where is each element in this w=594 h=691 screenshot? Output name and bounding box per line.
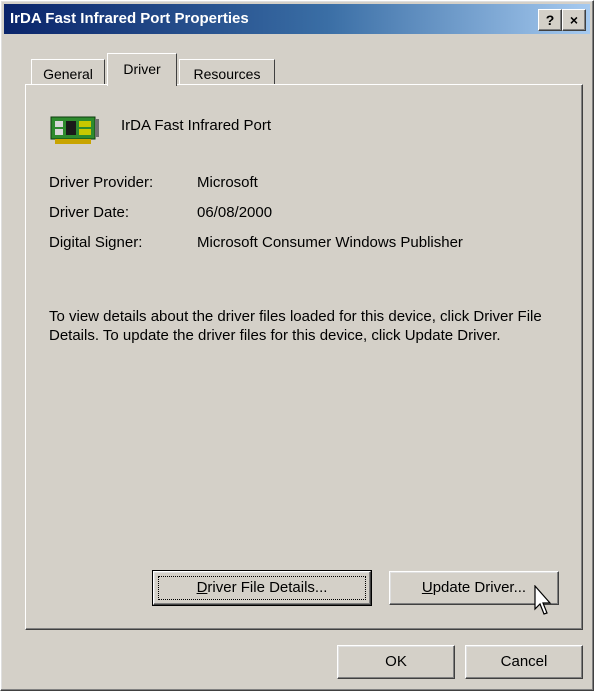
tab-driver[interactable]: Driver	[107, 53, 177, 86]
update-label: pdate Driver...	[432, 579, 527, 596]
driver-date-label: Driver Date:	[49, 204, 130, 221]
focus-ring	[158, 576, 366, 600]
tab-general[interactable]: General	[31, 59, 105, 87]
close-button[interactable]: ×	[562, 9, 586, 31]
tab-resources[interactable]: Resources	[179, 59, 275, 87]
digital-signer-label: Digital Signer:	[49, 234, 143, 251]
driver-tab-panel	[25, 84, 583, 630]
properties-dialog: IrDA Fast Infrared Port Properties ? × G…	[0, 0, 594, 691]
driver-provider-value: Microsoft	[197, 174, 258, 191]
network-card-icon	[50, 116, 99, 144]
title-bar[interactable]: IrDA Fast Infrared Port Properties ? ×	[4, 4, 590, 34]
ok-button[interactable]: OK	[337, 645, 455, 679]
window-title: IrDA Fast Infrared Port Properties	[10, 10, 249, 27]
cancel-button[interactable]: Cancel	[465, 645, 583, 679]
help-button[interactable]: ?	[538, 9, 562, 31]
driver-description: To view details about the driver files l…	[49, 308, 542, 344]
driver-date-value: 06/08/2000	[197, 204, 273, 221]
mouse-pointer-icon	[534, 585, 552, 615]
driver-provider-label: Driver Provider:	[49, 174, 154, 191]
device-name: IrDA Fast Infrared Port	[121, 117, 272, 134]
digital-signer-value: Microsoft Consumer Windows Publisher	[197, 234, 463, 251]
driver-file-details-button[interactable]: Driver File Details...	[152, 570, 372, 606]
update-mnemonic: U	[421, 579, 433, 596]
